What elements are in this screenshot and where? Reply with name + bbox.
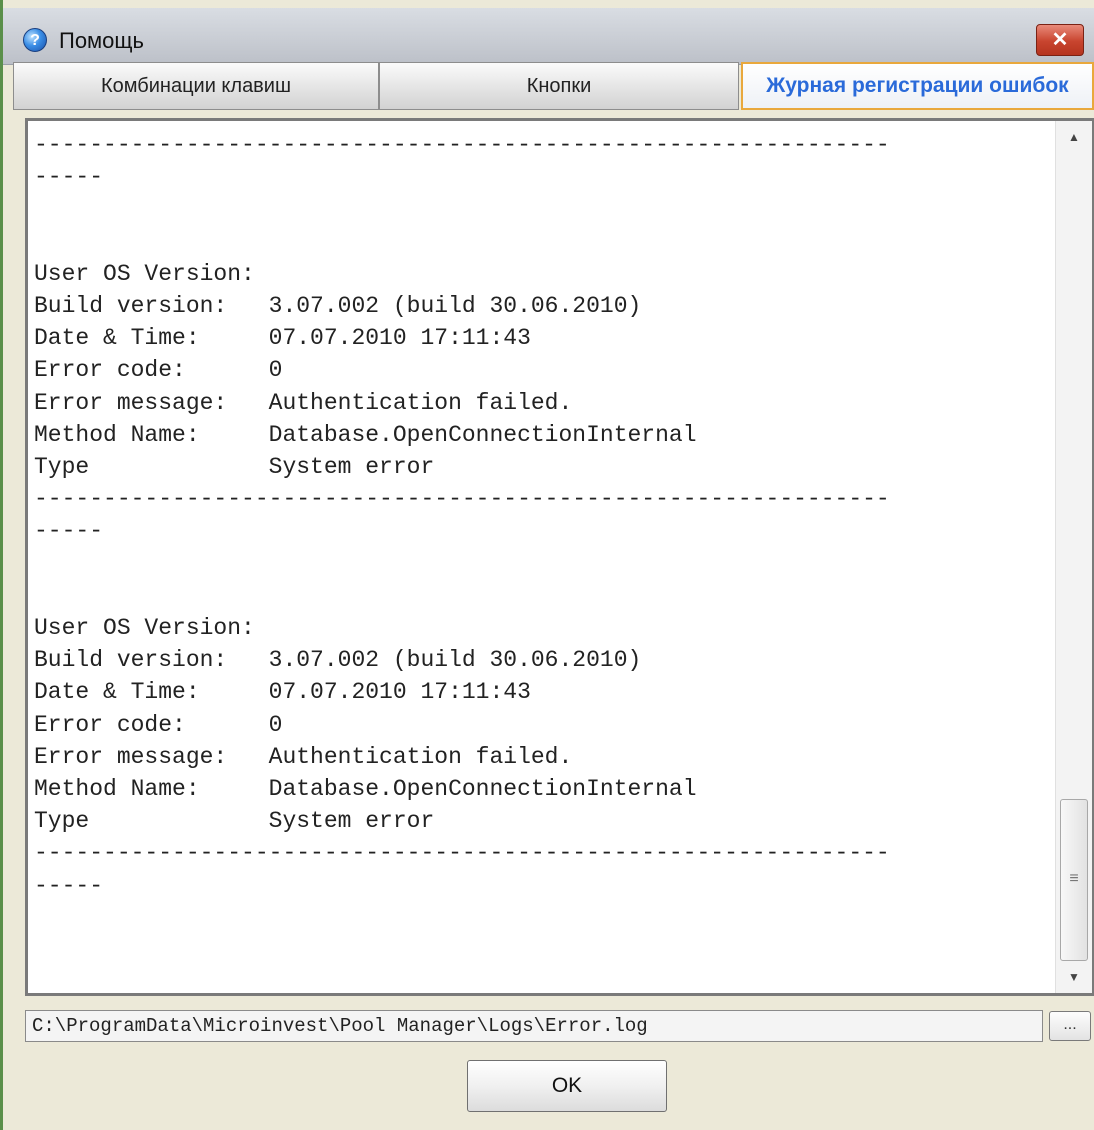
scroll-down-arrow-icon[interactable]: ▼	[1056, 961, 1092, 993]
tab-error-log[interactable]: Журная регистрации ошибок	[741, 62, 1094, 110]
tab-strip: Комбинации клавиш Кнопки Журная регистра…	[13, 62, 1094, 112]
scrollbar-thumb[interactable]: ≡	[1060, 799, 1088, 961]
error-log-content: ----------------------------------------…	[34, 132, 890, 899]
tab-key-combinations[interactable]: Комбинации клавиш	[13, 62, 379, 110]
window-title: Помощь	[59, 28, 144, 53]
scroll-up-arrow-icon[interactable]: ▲	[1056, 121, 1092, 153]
log-file-path-field[interactable]: C:\ProgramData\Microinvest\Pool Manager\…	[25, 1010, 1043, 1042]
browse-button[interactable]: ...	[1049, 1011, 1091, 1041]
error-log-textarea[interactable]: ----------------------------------------…	[25, 118, 1094, 996]
tab-buttons[interactable]: Кнопки	[379, 62, 739, 110]
close-button[interactable]: ✕	[1036, 24, 1084, 56]
help-dialog: ? Помощь ✕ Комбинации клавиш Кнопки Журн…	[0, 0, 1094, 1130]
help-icon: ?	[23, 28, 47, 52]
title-bar[interactable]: ? Помощь ✕	[3, 8, 1094, 65]
ok-button[interactable]: OK	[467, 1060, 667, 1112]
vertical-scrollbar[interactable]: ▲ ≡ ▼	[1055, 121, 1092, 993]
